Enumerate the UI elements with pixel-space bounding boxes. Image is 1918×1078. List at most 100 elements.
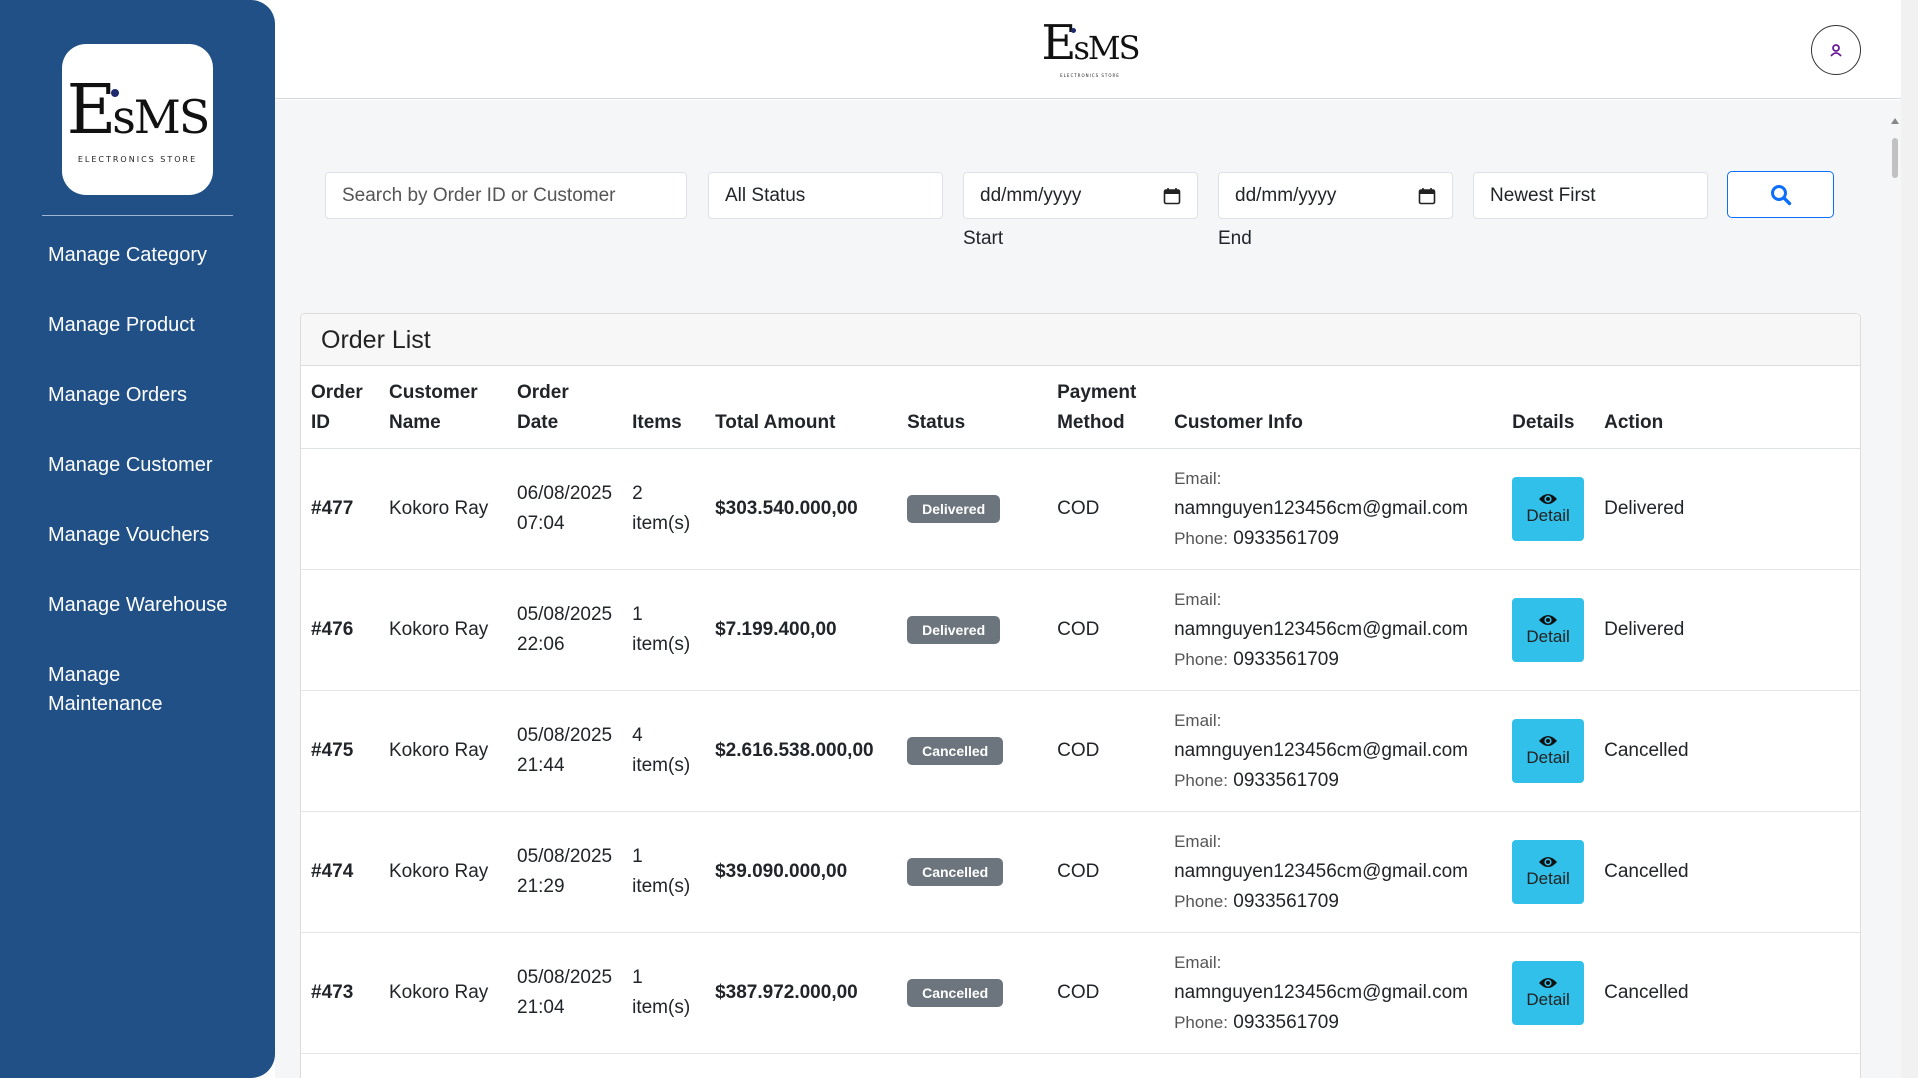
- total-amount: $303.540.000,00: [705, 448, 898, 570]
- end-date-placeholder: dd/mm/yyyy: [1235, 184, 1337, 206]
- col-total-amount[interactable]: Total Amount: [705, 366, 898, 449]
- orders-table-body: #477 Kokoro Ray 06/08/2025 07:04 2 item(…: [301, 448, 1860, 1054]
- phone-label: Phone:: [1174, 529, 1228, 548]
- start-date-input[interactable]: dd/mm/yyyy: [963, 172, 1198, 219]
- main-scrollbar-thumb[interactable]: [1892, 138, 1898, 178]
- customer-email: namnguyen123456cm@gmail.com: [1174, 982, 1468, 1003]
- user-avatar-button[interactable]: [1811, 25, 1861, 75]
- sidebar-item-manage-category[interactable]: Manage Category: [48, 241, 258, 311]
- table-row[interactable]: #473 Kokoro Ray 05/08/2025 21:04 1 item(…: [301, 932, 1860, 1054]
- items-count: 1: [632, 604, 643, 625]
- table-row[interactable]: #474 Kokoro Ray 05/08/2025 21:29 1 item(…: [301, 811, 1860, 933]
- items-count: 2: [632, 483, 643, 504]
- order-id[interactable]: #474: [301, 811, 379, 933]
- sidebar-item-manage-customer[interactable]: Manage Customer: [48, 451, 258, 521]
- customer-name: Kokoro Ray: [379, 448, 507, 570]
- details-cell: Detail: [1502, 811, 1595, 933]
- order-id[interactable]: #476: [301, 569, 379, 691]
- phone-label: Phone:: [1174, 771, 1228, 790]
- order-date-time: 21:44: [517, 755, 565, 776]
- action-status: Cancelled: [1594, 690, 1860, 812]
- status-badge: Delivered: [907, 616, 1001, 644]
- start-date-label: Start: [963, 228, 1004, 249]
- search-placeholder: Search by Order ID or Customer: [342, 184, 616, 206]
- scroll-up-arrow-icon[interactable]: [1891, 118, 1899, 124]
- sidebar-item-manage-orders[interactable]: Manage Orders: [48, 381, 258, 451]
- payment-method: COD: [1047, 932, 1165, 1054]
- col-status[interactable]: Status: [897, 366, 1048, 449]
- customer-email: namnguyen123456cm@gmail.com: [1174, 498, 1468, 519]
- col-items[interactable]: Items: [622, 366, 706, 449]
- customer-info: Email: namnguyen123456cm@gmail.com Phone…: [1164, 690, 1503, 812]
- sidebar-item-manage-vouchers[interactable]: Manage Vouchers: [48, 521, 258, 591]
- calendar-icon[interactable]: [1163, 187, 1181, 205]
- table-row[interactable]: #476 Kokoro Ray 05/08/2025 22:06 1 item(…: [301, 569, 1860, 691]
- items-unit: item(s): [632, 876, 691, 897]
- email-label: Email:: [1174, 953, 1222, 972]
- table-header-row: Order ID Customer Name Order Date Items …: [301, 366, 1860, 449]
- logo-subtitle: ELECTRONICS STORE: [77, 155, 198, 164]
- search-button[interactable]: [1727, 171, 1834, 218]
- status-cell: Delivered: [897, 448, 1048, 570]
- detail-button[interactable]: Detail: [1512, 961, 1585, 1025]
- order-list-title: Order List: [301, 314, 1860, 366]
- customer-phone: 0933561709: [1233, 649, 1339, 670]
- orders-table: Order ID Customer Name Order Date Items …: [301, 366, 1860, 1054]
- customer-info: Email: namnguyen123456cm@gmail.com Phone…: [1164, 569, 1503, 691]
- table-row[interactable]: #475 Kokoro Ray 05/08/2025 21:44 4 item(…: [301, 690, 1860, 812]
- order-date-day: 06/08/2025: [517, 483, 613, 504]
- order-date: 05/08/2025 21:29: [507, 811, 623, 933]
- items-unit: item(s): [632, 755, 691, 776]
- header-logo[interactable]: EsMS ELECTRONICS STORE: [1041, 18, 1140, 78]
- top-header: EsMS ELECTRONICS STORE: [275, 0, 1901, 99]
- sidebar-divider: [42, 215, 233, 216]
- page-scrollbar[interactable]: [1901, 0, 1918, 1078]
- order-list-card: Order List Order ID Customer Name Order …: [300, 313, 1861, 1078]
- col-action[interactable]: Action: [1594, 366, 1860, 449]
- detail-button[interactable]: Detail: [1512, 477, 1585, 541]
- details-cell: Detail: [1502, 932, 1595, 1054]
- detail-button[interactable]: Detail: [1512, 719, 1585, 783]
- phone-label: Phone:: [1174, 650, 1228, 669]
- status-select-value: All Status: [725, 184, 806, 206]
- main-content: Search by Order ID or Customer All Statu…: [275, 100, 1901, 1078]
- sidebar-item-manage-maintenance[interactable]: Manage Maintenance: [48, 661, 178, 739]
- payment-method: COD: [1047, 448, 1165, 570]
- calendar-icon[interactable]: [1418, 187, 1436, 205]
- order-id[interactable]: #477: [301, 448, 379, 570]
- order-id[interactable]: #473: [301, 932, 379, 1054]
- col-order-date[interactable]: Order Date: [507, 366, 623, 449]
- order-id[interactable]: #475: [301, 690, 379, 812]
- store-logo[interactable]: EsMS ELECTRONICS STORE: [62, 44, 213, 195]
- col-payment-method[interactable]: Payment Method: [1047, 366, 1165, 449]
- search-input[interactable]: Search by Order ID or Customer: [325, 172, 687, 219]
- order-date-time: 21:04: [517, 997, 565, 1018]
- status-badge: Cancelled: [907, 979, 1004, 1007]
- col-order-id[interactable]: Order ID: [301, 366, 379, 449]
- eye-icon: [1539, 857, 1558, 867]
- status-select[interactable]: All Status: [708, 172, 943, 219]
- status-cell: Delivered: [897, 569, 1048, 691]
- phone-label: Phone:: [1174, 1013, 1228, 1032]
- detail-button[interactable]: Detail: [1512, 598, 1585, 662]
- customer-name: Kokoro Ray: [379, 690, 507, 812]
- sidebar-item-manage-product[interactable]: Manage Product: [48, 311, 258, 381]
- customer-email: namnguyen123456cm@gmail.com: [1174, 861, 1468, 882]
- customer-name: Kokoro Ray: [379, 811, 507, 933]
- customer-phone: 0933561709: [1233, 1012, 1339, 1033]
- customer-info: Email: namnguyen123456cm@gmail.com Phone…: [1164, 811, 1503, 933]
- sort-select[interactable]: Newest First: [1473, 172, 1708, 219]
- status-cell: Cancelled: [897, 932, 1048, 1054]
- detail-button[interactable]: Detail: [1512, 840, 1585, 904]
- payment-method: COD: [1047, 690, 1165, 812]
- col-customer-name[interactable]: Customer Name: [379, 366, 507, 449]
- sidebar-item-manage-warehouse[interactable]: Manage Warehouse: [48, 591, 258, 661]
- col-customer-info[interactable]: Customer Info: [1164, 366, 1503, 449]
- end-date-input[interactable]: dd/mm/yyyy: [1218, 172, 1453, 219]
- customer-phone: 0933561709: [1233, 770, 1339, 791]
- table-row[interactable]: #477 Kokoro Ray 06/08/2025 07:04 2 item(…: [301, 448, 1860, 570]
- customer-phone: 0933561709: [1233, 891, 1339, 912]
- eye-icon: [1539, 736, 1558, 746]
- col-details[interactable]: Details: [1502, 366, 1595, 449]
- order-items: 1 item(s): [622, 932, 706, 1054]
